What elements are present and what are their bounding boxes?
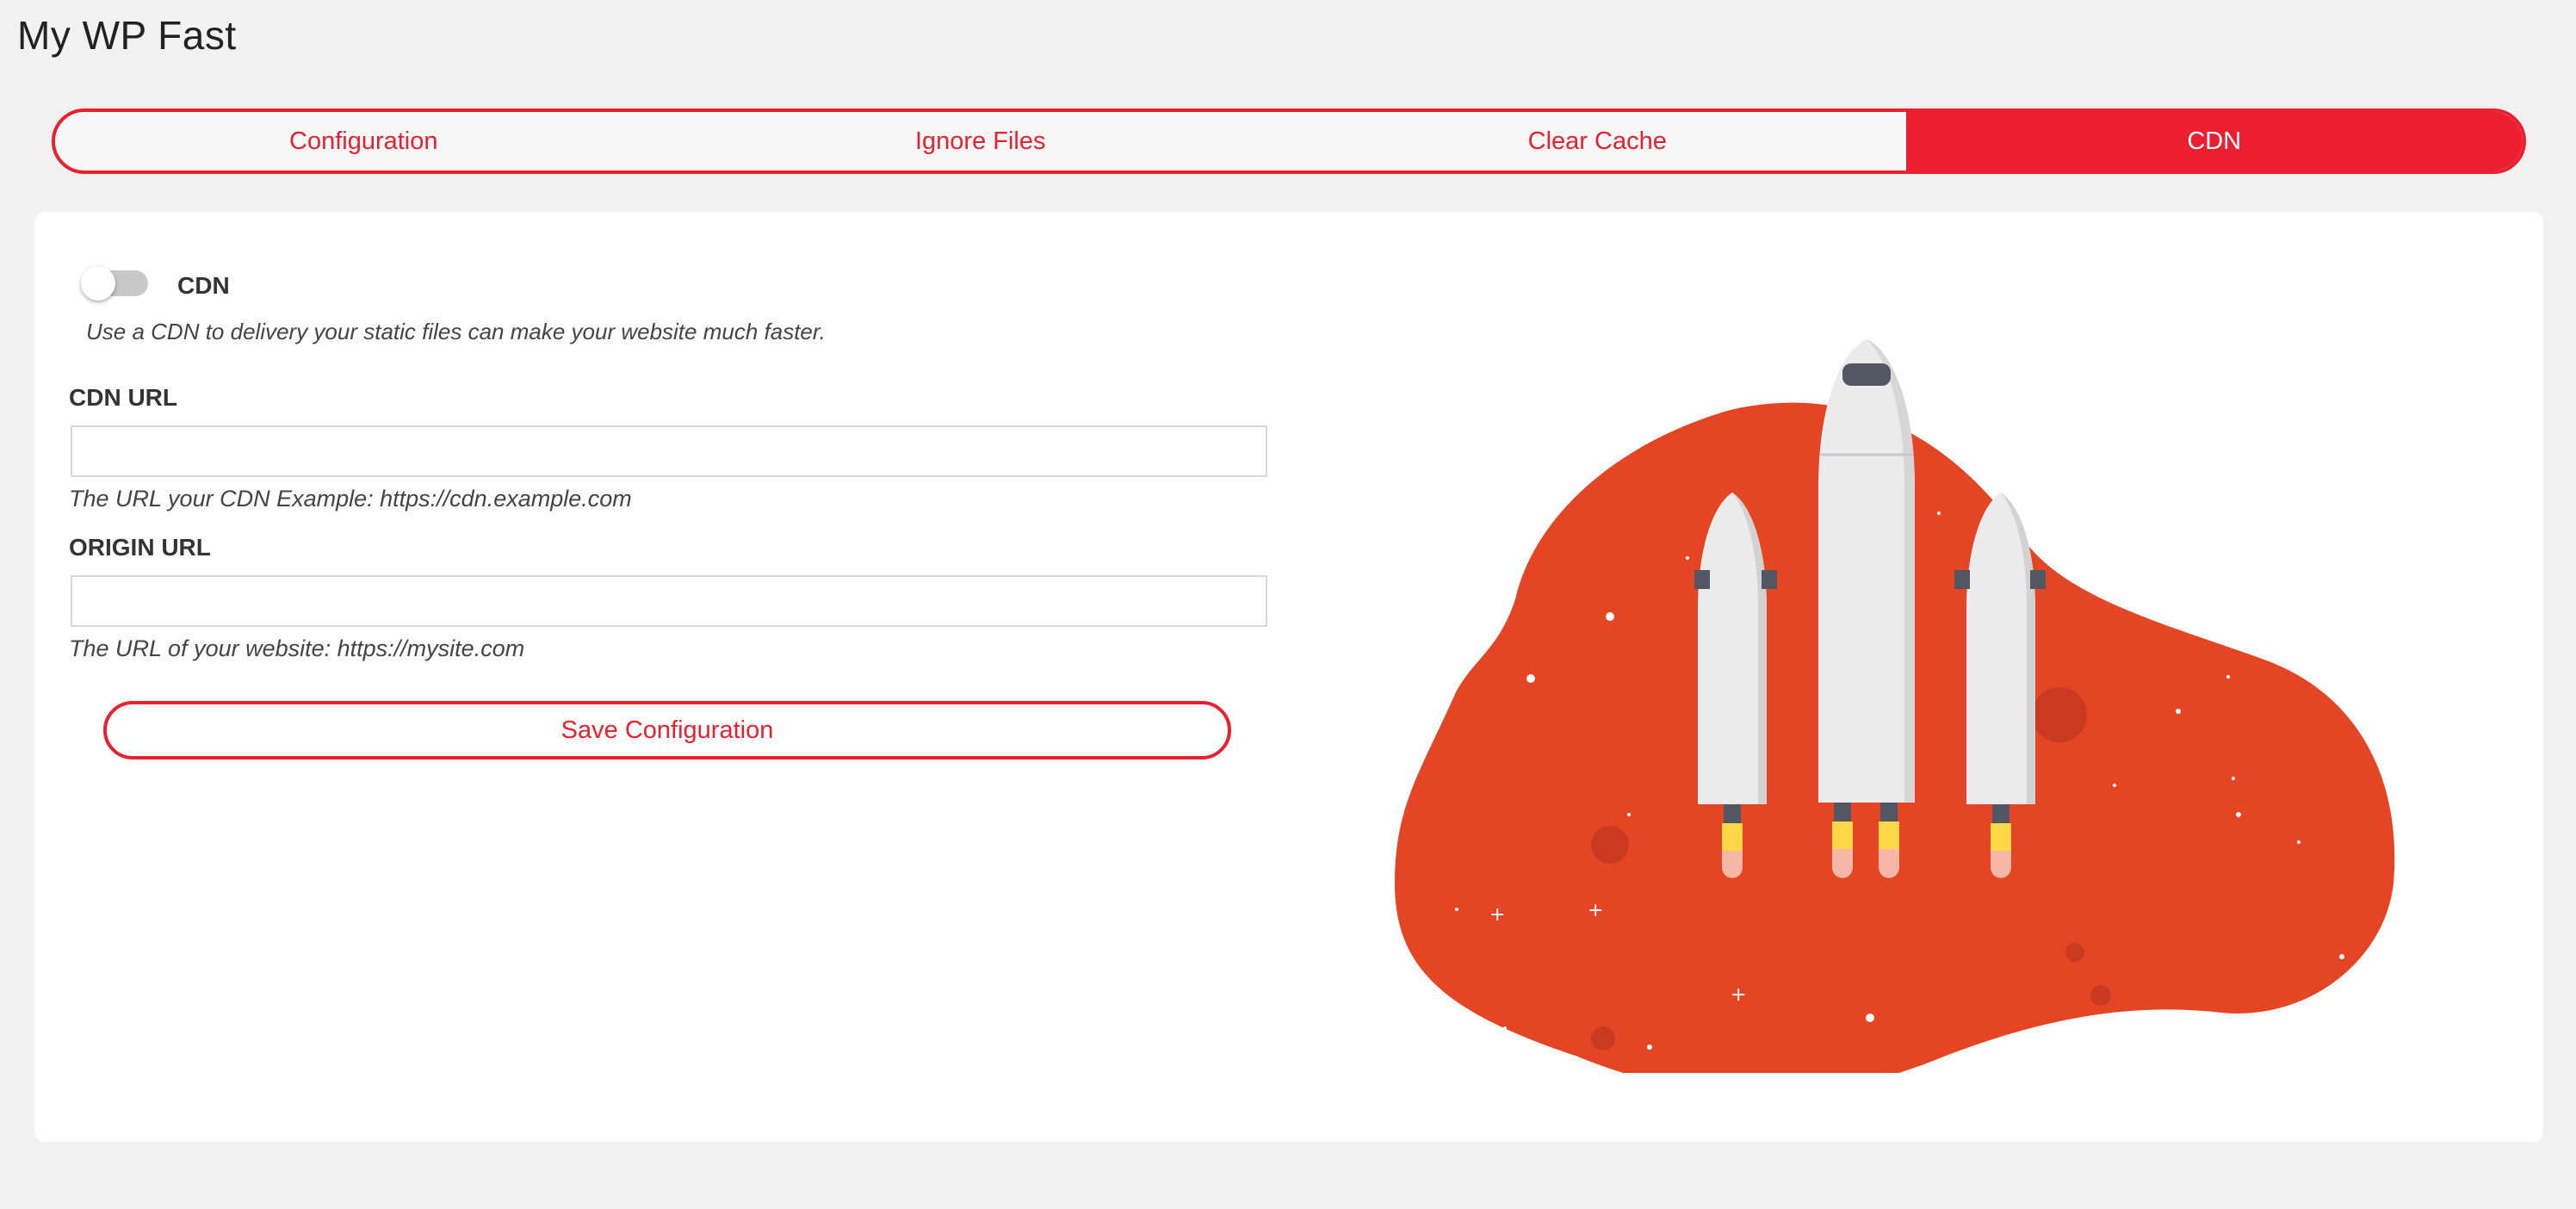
svg-text:+: + [1588,900,1603,921]
cdn-url-label: CDN URL [69,384,177,411]
cdn-url-help: The URL your CDN Example: https://cdn.ex… [69,486,632,512]
svg-text:+: + [1489,904,1505,926]
cdn-url-input[interactable] [71,425,1267,477]
cdn-toggle-description: Use a CDN to delivery your static files … [86,319,826,344]
svg-text:+: + [1731,984,1746,1006]
tab-cdn[interactable]: CDN [1905,112,2523,170]
tab-ignore-files[interactable]: Ignore Files [672,112,1290,170]
save-configuration-button[interactable]: Save Configuration [103,701,1231,760]
origin-url-label: ORIGIN URL [69,534,211,561]
rocket-launch-illustration: + + + [1395,339,2395,1073]
cdn-toggle-switch[interactable] [81,266,148,301]
cdn-settings-panel: CDN Use a CDN to delivery your static fi… [34,212,2543,1142]
tab-configuration[interactable]: Configuration [55,112,672,170]
center-rocket [1818,339,1915,878]
origin-url-help: The URL of your website: https://mysite.… [69,636,525,661]
tab-clear-cache[interactable]: Clear Cache [1289,112,1906,170]
toggle-knob [81,266,115,301]
settings-tabs: Configuration Ignore Files Clear Cache C… [52,108,2526,174]
page-title: My WP Fast [17,13,237,58]
cdn-toggle-label: CDN [177,272,230,299]
origin-url-input[interactable] [71,575,1267,627]
